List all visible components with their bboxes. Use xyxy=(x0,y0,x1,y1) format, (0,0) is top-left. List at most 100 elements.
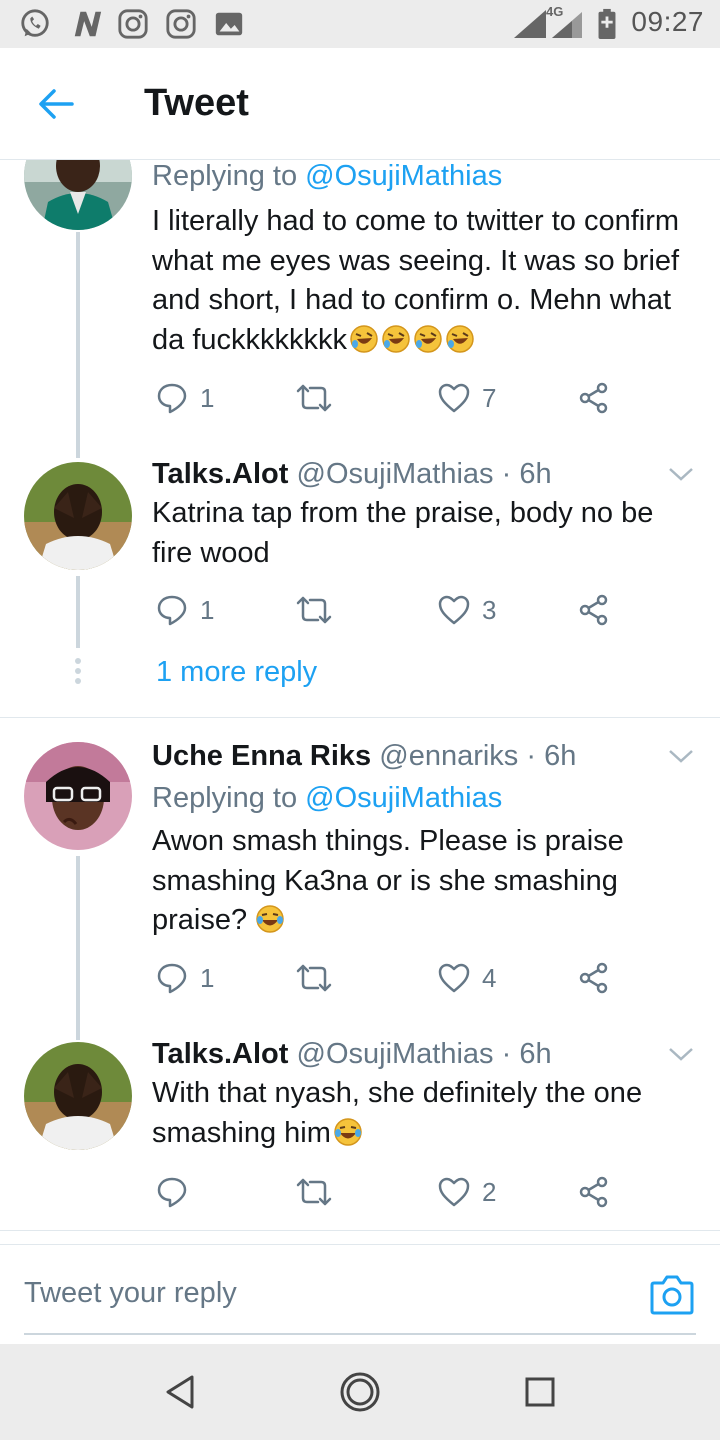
retweet-button[interactable] xyxy=(296,588,332,632)
network-type: 4G xyxy=(546,4,564,19)
status-bar: 4G 09:27 xyxy=(0,0,720,48)
tweet-item[interactable]: Talks.Alot @OsujiMathias · 6h Katrina ta… xyxy=(0,458,720,718)
reply-input[interactable]: Tweet your reply xyxy=(24,1277,237,1310)
heart-icon xyxy=(438,1177,470,1207)
tweet-actions: 1 3 xyxy=(152,588,632,632)
reply-icon xyxy=(157,1177,187,1208)
like-button[interactable]: 2 xyxy=(438,1170,496,1214)
reply-thread: Replying to @OsujiMathias I literally ha… xyxy=(0,160,720,1244)
thread-line xyxy=(76,232,80,458)
camera-icon xyxy=(650,1275,694,1315)
tweet-actions: 1 7 xyxy=(152,376,632,420)
reply-button[interactable]: 1 xyxy=(156,588,214,632)
mention-link[interactable]: @OsujiMathias xyxy=(305,160,502,192)
back-button[interactable] xyxy=(24,78,88,130)
instagram-icon xyxy=(166,9,196,39)
chevron-down-icon[interactable] xyxy=(668,746,694,766)
nav-recents-button[interactable] xyxy=(518,1370,562,1414)
share-button[interactable] xyxy=(578,588,610,632)
image-icon xyxy=(215,12,243,36)
nav-home-button[interactable] xyxy=(338,1370,382,1414)
user-handle[interactable]: @ennariks xyxy=(379,740,518,772)
like-count: 3 xyxy=(482,594,497,625)
like-count: 4 xyxy=(482,962,497,993)
share-icon xyxy=(579,1176,608,1208)
tweet-text: Awon smash things. Please is praise smas… xyxy=(152,825,624,936)
like-count: 2 xyxy=(482,1176,497,1207)
reply-icon xyxy=(157,595,187,626)
heart-icon xyxy=(438,383,470,413)
share-icon xyxy=(579,382,608,414)
instagram-icon xyxy=(118,9,148,39)
tweet-time: · 6h xyxy=(501,1038,552,1070)
share-button[interactable] xyxy=(578,956,610,1000)
chevron-down-icon[interactable] xyxy=(668,1044,694,1064)
reply-icon xyxy=(157,383,187,414)
like-count: 7 xyxy=(482,382,497,413)
display-name[interactable]: Talks.Alot xyxy=(152,1038,288,1070)
share-button[interactable] xyxy=(578,1170,610,1214)
joy-emoji xyxy=(247,904,285,936)
nav-back-button[interactable] xyxy=(158,1370,202,1414)
divider xyxy=(0,717,720,718)
tweet-text: With that nyash, she definitely the one … xyxy=(152,1077,643,1149)
tweet-actions: 1 4 xyxy=(152,956,632,1000)
joy-emoji xyxy=(331,1117,363,1149)
input-underline xyxy=(24,1333,696,1335)
tweet-item[interactable]: Replying to @OsujiMathias I literally ha… xyxy=(0,160,720,458)
mention-link[interactable]: @OsujiMathias xyxy=(305,782,502,814)
more-replies-link[interactable]: 1 more reply xyxy=(156,656,317,689)
thread-dots xyxy=(74,658,82,688)
reply-composer: Tweet your reply xyxy=(0,1244,720,1344)
arrow-left-icon xyxy=(39,89,74,119)
app-bar: Tweet xyxy=(0,48,720,160)
user-handle[interactable]: @OsujiMathias xyxy=(297,1038,494,1070)
display-name[interactable]: Talks.Alot xyxy=(152,458,288,490)
avatar[interactable] xyxy=(24,742,132,850)
share-icon xyxy=(579,962,608,994)
reply-button[interactable]: 1 xyxy=(156,376,214,420)
home-circle-icon xyxy=(340,1372,380,1412)
retweet-button[interactable] xyxy=(296,376,332,420)
tweet-actions: 2 xyxy=(152,1170,632,1214)
share-icon xyxy=(579,594,608,626)
recents-square-icon xyxy=(525,1377,555,1407)
reply-button[interactable] xyxy=(156,1170,200,1214)
page-title: Tweet xyxy=(144,82,249,124)
tweet-header: Uche Enna Riks @ennariks · 6h xyxy=(152,740,576,773)
user-handle[interactable]: @OsujiMathias xyxy=(297,458,494,490)
like-button[interactable]: 7 xyxy=(438,376,496,420)
chevron-down-icon[interactable] xyxy=(668,464,694,484)
retweet-icon xyxy=(296,596,332,624)
avatar[interactable] xyxy=(24,160,132,230)
reply-icon xyxy=(157,963,187,994)
avatar[interactable] xyxy=(24,1042,132,1150)
whatsapp-icon xyxy=(21,9,49,37)
rofl-emoji xyxy=(347,324,475,356)
tweet-header: Talks.Alot @OsujiMathias · 6h xyxy=(152,458,552,491)
tweet-time: · 6h xyxy=(501,458,552,490)
reply-button[interactable]: 1 xyxy=(156,956,214,1000)
retweet-button[interactable] xyxy=(296,956,332,1000)
like-button[interactable]: 3 xyxy=(438,588,496,632)
retweet-icon xyxy=(296,964,332,992)
battery-icon xyxy=(598,8,616,40)
replying-to: Replying to @OsujiMathias xyxy=(152,782,503,814)
avatar[interactable] xyxy=(24,462,132,570)
retweet-button[interactable] xyxy=(296,1170,332,1214)
like-button[interactable]: 4 xyxy=(438,956,496,1000)
retweet-icon xyxy=(296,1178,332,1206)
thread-line xyxy=(76,576,80,648)
tweet-item[interactable]: Uche Enna Riks @ennariks · 6h Replying t… xyxy=(0,740,720,1040)
camera-button[interactable] xyxy=(650,1273,694,1315)
n-app-icon xyxy=(74,11,102,37)
tweet-text: Katrina tap from the praise, body no be … xyxy=(152,497,654,569)
reply-count: 1 xyxy=(200,962,215,993)
tweet-header: Talks.Alot @OsujiMathias · 6h xyxy=(152,1038,552,1071)
reply-count: 1 xyxy=(200,382,215,413)
share-button[interactable] xyxy=(578,376,610,420)
reply-count: 1 xyxy=(200,594,215,625)
heart-icon xyxy=(438,963,470,993)
display-name[interactable]: Uche Enna Riks xyxy=(152,740,371,772)
replying-to: Replying to @OsujiMathias xyxy=(152,160,503,192)
